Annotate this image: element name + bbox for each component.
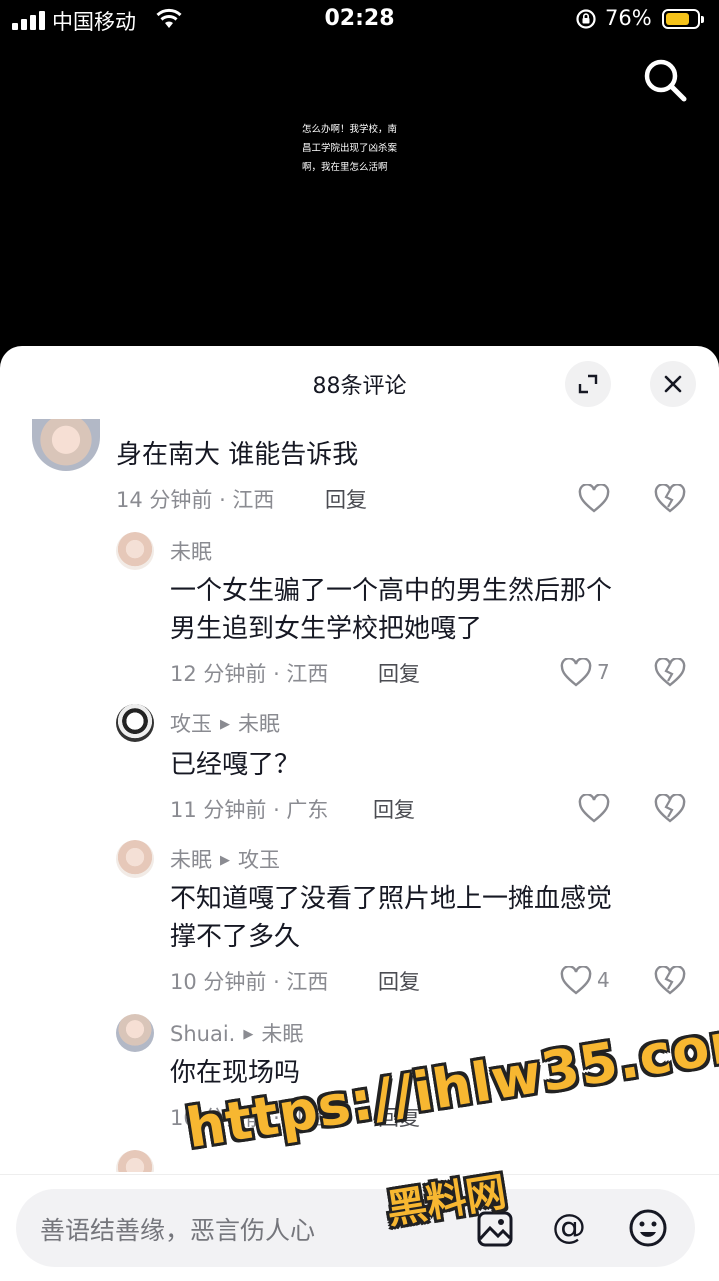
- reply-item: 未眠 ▶ 攻玉 不知道嘎了没看了照片地上一摊血感觉 撑不了多久 10 分钟前 · 江…: [0, 840, 719, 1000]
- reply-button[interactable]: 回复: [325, 484, 367, 514]
- reply-item: 未眠 一个女生骗了一个高中的男生然后那个 男生追到女生学校把她嘎了 12 分钟前…: [0, 530, 719, 690]
- reply-button[interactable]: 回复: [378, 966, 420, 996]
- like-heart-icon[interactable]: [578, 794, 610, 824]
- comment-text: 身在南大 谁能告诉我: [116, 440, 359, 470]
- close-button[interactable]: [650, 361, 696, 407]
- like-count: 7: [597, 660, 610, 684]
- reply-to-author[interactable]: 未眠: [238, 712, 280, 736]
- reply-author[interactable]: 攻玉: [170, 712, 212, 736]
- caption-line: 啊，我在里怎么活啊: [302, 162, 388, 173]
- like-heart-icon[interactable]: [578, 484, 610, 514]
- battery-icon: [662, 9, 704, 29]
- reply-author[interactable]: 未眠: [170, 536, 212, 566]
- reply-text-line: 一个女生骗了一个高中的男生然后那个: [170, 576, 613, 606]
- comments-sheet: 88条评论 身在南大 谁能告诉我 14 分钟前 · 江西 回复 未眠 一个女生骗…: [0, 346, 719, 1280]
- rotation-lock-icon: [576, 9, 596, 29]
- like-heart-icon[interactable]: [560, 658, 592, 688]
- comment-time-location: 14 分钟前 · 江西: [116, 488, 275, 512]
- dislike-broken-heart-icon[interactable]: [654, 484, 686, 514]
- dislike-broken-heart-icon[interactable]: [654, 794, 686, 824]
- reply-to-arrow-icon: ▶: [243, 1027, 254, 1042]
- reply-item: 攻玉 ▶ 未眠 已经嘎了？ 11 分钟前 · 广东 回复: [0, 704, 719, 824]
- avatar[interactable]: [116, 1150, 154, 1172]
- reply-text-line: 不知道嘎了没看了照片地上一摊血感觉: [170, 884, 613, 914]
- reply-time-location: 10 分钟前 · 江西: [170, 970, 329, 994]
- reply-to-author[interactable]: 攻玉: [238, 848, 280, 872]
- close-icon: [664, 375, 682, 393]
- expand-button[interactable]: [565, 361, 611, 407]
- status-bar: 中国移动 02:28 76%: [0, 0, 719, 40]
- reply-author-line: Shuai. ▶ 未眠: [170, 1018, 303, 1048]
- reply-author[interactable]: Shuai.: [170, 1022, 235, 1046]
- reply-text-line: 撑不了多久: [170, 922, 301, 952]
- comment-input-bar: 善语结善缘，恶言伤人心 @: [0, 1174, 719, 1281]
- reply-time-location: 12 分钟前 · 江西: [170, 662, 329, 686]
- reply-to-arrow-icon: ▶: [220, 717, 230, 732]
- reply-text-line: 已经嘎了？: [170, 750, 301, 780]
- reply-author-line: 攻玉 ▶ 未眠: [170, 708, 280, 738]
- dislike-broken-heart-icon[interactable]: [654, 966, 686, 996]
- reply-to-author[interactable]: 未眠: [261, 1022, 303, 1046]
- battery-level: [666, 13, 689, 25]
- video-caption: 怎么办啊！我学校，南 昌工学院出现了凶杀案 啊，我在里怎么活啊: [302, 120, 414, 177]
- reply-button[interactable]: 回复: [373, 794, 415, 824]
- comment-input[interactable]: 善语结善缘，恶言伤人心 @: [16, 1189, 695, 1267]
- comment-item: 身在南大 谁能告诉我 14 分钟前 · 江西 回复: [0, 416, 719, 526]
- caption-line: 怎么办啊！我学校，南: [302, 124, 398, 135]
- avatar[interactable]: [116, 532, 154, 570]
- reply-to-arrow-icon: ▶: [220, 853, 230, 868]
- avatar[interactable]: [116, 1014, 154, 1052]
- caption-line: 昌工学院出现了凶杀案: [302, 143, 398, 154]
- reply-text-line: 男生追到女生学校把她嘎了: [170, 614, 483, 644]
- comments-title: 88条评论: [312, 374, 407, 399]
- avatar[interactable]: [116, 840, 154, 878]
- expand-icon: [578, 374, 598, 394]
- reply-time-location: 11 分钟前 · 广东: [170, 798, 329, 822]
- search-icon[interactable]: [640, 55, 690, 105]
- mention-at-button[interactable]: @: [552, 1207, 586, 1247]
- emoji-icon[interactable]: [628, 1208, 668, 1248]
- like-count: 4: [597, 968, 610, 992]
- avatar[interactable]: [116, 704, 154, 742]
- reply-button[interactable]: 回复: [378, 658, 420, 688]
- battery-percent: 76%: [605, 6, 652, 30]
- avatar[interactable]: [32, 419, 100, 471]
- reply-author-line: 未眠 ▶ 攻玉: [170, 844, 280, 874]
- reply-author[interactable]: 未眠: [170, 848, 212, 872]
- comment-input-placeholder: 善语结善缘，恶言伤人心: [40, 1216, 316, 1245]
- dislike-broken-heart-icon[interactable]: [654, 658, 686, 688]
- like-heart-icon[interactable]: [560, 966, 592, 996]
